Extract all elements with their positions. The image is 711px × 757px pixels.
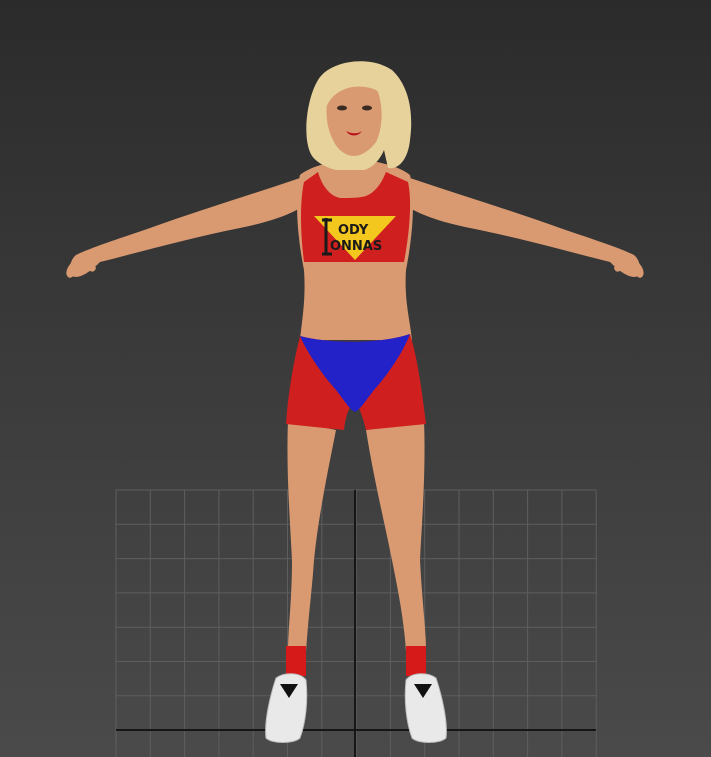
right-sock <box>406 646 426 676</box>
right-leg <box>366 420 426 652</box>
right-eye <box>362 105 372 111</box>
left-leg <box>287 420 336 652</box>
top-logo-line2: ONNAS <box>330 239 382 254</box>
3d-viewport[interactable]: ODY ONNAS <box>0 0 711 757</box>
left-arm <box>69 178 305 277</box>
top-logo-line1: ODY <box>338 223 369 238</box>
left-sock <box>286 646 306 676</box>
character-model[interactable]: ODY ONNAS <box>0 0 711 757</box>
right-arm <box>405 178 641 277</box>
left-eye <box>337 105 347 111</box>
